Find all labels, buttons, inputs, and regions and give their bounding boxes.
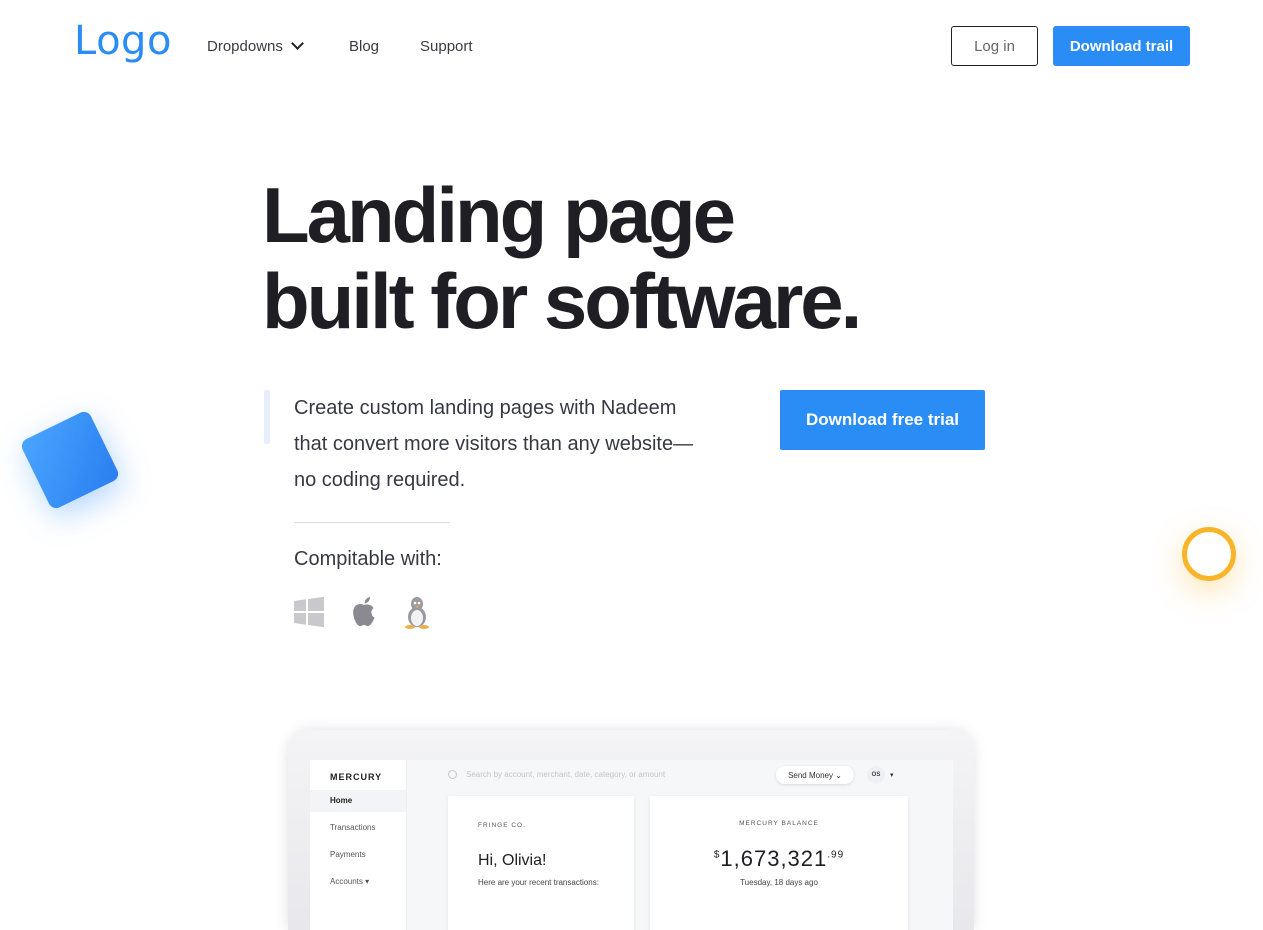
balance-card: MERCURY BALANCE $1,673,321.99 Tuesday, 1… xyxy=(650,796,908,930)
balance-amount: $1,673,321.99 xyxy=(650,846,908,872)
search-placeholder: Search by account, merchant, date, categ… xyxy=(466,770,666,779)
laptop-mockup: MERCURY Home Transactions Payments Accou… xyxy=(288,730,974,930)
divider xyxy=(294,522,450,523)
nav-dropdowns-label: Dropdowns xyxy=(207,38,283,55)
company-name: FRINGE CO. xyxy=(478,822,526,829)
nav-support[interactable]: Support xyxy=(420,38,473,55)
send-money-label: Send Money xyxy=(788,770,833,780)
sidebar-item-accounts: Accounts ▾ xyxy=(330,877,369,886)
download-trail-button[interactable]: Download trail xyxy=(1053,26,1190,66)
app-screen: MERCURY Home Transactions Payments Accou… xyxy=(310,760,953,930)
chevron-down-icon xyxy=(291,37,304,50)
sidebar-item-transactions: Transactions xyxy=(330,823,376,832)
apple-icon[interactable] xyxy=(347,594,381,630)
search-icon xyxy=(448,770,457,779)
linux-icon[interactable] xyxy=(400,594,434,630)
hero-title-line2: built for software. xyxy=(262,257,862,345)
logo[interactable]: Logo xyxy=(74,18,172,64)
windows-icon[interactable] xyxy=(292,594,326,630)
hero-title-line1: Landing page xyxy=(262,171,736,259)
caret-down-icon: ▾ xyxy=(365,877,370,886)
greeting: Hi, Olivia! xyxy=(478,852,547,869)
chevron-down-icon: ⌄ xyxy=(835,770,842,780)
sidebar-item-home: Home xyxy=(330,796,353,805)
balance-value: 1,673,321 xyxy=(720,846,828,871)
quote-bar xyxy=(264,390,270,444)
greeting-card: FRINGE CO. Hi, Olivia! Here are your rec… xyxy=(448,796,634,930)
sidebar-item-payments: Payments xyxy=(330,850,366,859)
decorative-blue-square xyxy=(19,409,121,511)
avatar: OS xyxy=(867,766,885,784)
balance-cents: .99 xyxy=(827,849,845,861)
nav-dropdowns[interactable]: Dropdowns xyxy=(207,37,304,55)
decorative-yellow-ring xyxy=(1182,527,1236,581)
app-brand: MERCURY xyxy=(330,772,383,782)
hero-title: Landing page built for software. xyxy=(262,171,862,345)
compatible-label: Compitable with: xyxy=(294,548,442,570)
balance-date: Tuesday, 18 days ago xyxy=(740,878,818,887)
sidebar-active-highlight xyxy=(310,790,406,812)
caret-down-icon: ▾ xyxy=(890,772,894,779)
balance-label: MERCURY BALANCE xyxy=(739,820,819,827)
recent-transactions-text: Here are your recent transactions: xyxy=(478,878,599,887)
nav-blog[interactable]: Blog xyxy=(349,38,379,55)
send-money-button: Send Money ⌄ xyxy=(776,766,854,784)
app-sidebar: MERCURY Home Transactions Payments Accou… xyxy=(310,760,407,930)
login-button[interactable]: Log in xyxy=(951,26,1038,66)
hero-description: Create custom landing pages with Nadeem … xyxy=(294,397,694,491)
sidebar-item-accounts-label: Accounts xyxy=(330,877,363,886)
download-free-trial-button[interactable]: Download free trial xyxy=(780,390,985,450)
